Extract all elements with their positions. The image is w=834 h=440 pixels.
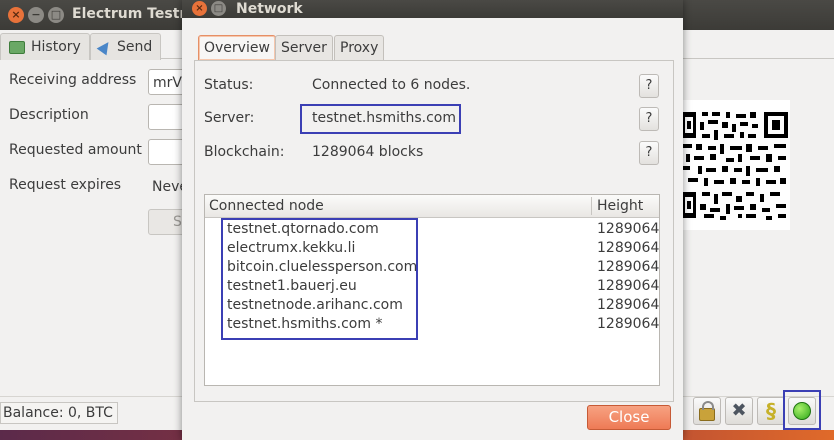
tab-send[interactable]: Send [90, 33, 162, 60]
dialog-title: Network [236, 1, 303, 17]
lock-icon [699, 400, 715, 421]
column-connected-node[interactable]: Connected node [209, 195, 324, 217]
dialog-maximize-icon[interactable]: □ [211, 1, 226, 16]
node-height: 1289064 [597, 259, 660, 275]
history-icon [9, 40, 25, 54]
blockchain-label: Blockchain: [204, 144, 285, 160]
minimize-window-icon[interactable]: − [28, 7, 44, 23]
request-expires-label: Request expires [9, 177, 122, 193]
status-value: Connected to 6 nodes. [312, 77, 471, 93]
close-window-icon[interactable]: × [8, 7, 24, 23]
network-dialog: × □ Network Overview Server Proxy Status… [182, 0, 683, 440]
node-height: 1289064 [597, 297, 660, 313]
window-title: Electrum Testn [72, 6, 190, 22]
status-help-button[interactable]: ? [639, 74, 659, 98]
seed-icon: § [766, 399, 776, 423]
column-height[interactable]: Height [597, 195, 643, 217]
node-height: 1289064 [597, 316, 660, 332]
tab-overview[interactable]: Overview [198, 35, 276, 61]
tab-proxy[interactable]: Proxy [334, 35, 385, 60]
tab-send-label: Send [117, 39, 153, 55]
blockchain-value: 1289064 blocks [312, 144, 424, 160]
qr-code-image [680, 100, 790, 230]
tab-history-label: History [31, 39, 81, 55]
send-icon [96, 38, 114, 56]
blockchain-help-button[interactable]: ? [639, 141, 659, 165]
node-height: 1289064 [597, 240, 660, 256]
balance-label: Balance: 0, BTC [0, 402, 118, 424]
tab-server[interactable]: Server [275, 35, 333, 60]
save-request-button-label: S [173, 214, 182, 230]
receiving-address-label: Receiving address [9, 72, 137, 88]
dialog-close-icon[interactable]: × [192, 1, 207, 16]
requested-amount-label: Requested amount [9, 142, 142, 158]
preferences-icon: ✖ [731, 400, 747, 421]
server-highlight [300, 104, 461, 134]
close-button[interactable]: Close [587, 405, 671, 430]
server-label: Server: [204, 110, 255, 126]
maximize-window-icon[interactable]: □ [48, 7, 64, 23]
preferences-button[interactable]: ✖ [725, 397, 753, 425]
table-header: Connected node Height [205, 195, 659, 218]
column-separator [591, 197, 592, 215]
seed-button[interactable]: § [757, 397, 785, 425]
server-help-button[interactable]: ? [639, 107, 659, 131]
tab-history[interactable]: History [0, 33, 90, 60]
node-height: 1289064 [597, 278, 660, 294]
node-height: 1289064 [597, 221, 660, 237]
description-label: Description [9, 107, 89, 123]
lock-button[interactable] [693, 397, 721, 425]
qr-code [680, 100, 790, 230]
network-status-highlight [783, 390, 821, 430]
dialog-titlebar: × □ Network [182, 0, 683, 18]
status-label: Status: [204, 77, 254, 93]
nodes-highlight [221, 218, 418, 340]
